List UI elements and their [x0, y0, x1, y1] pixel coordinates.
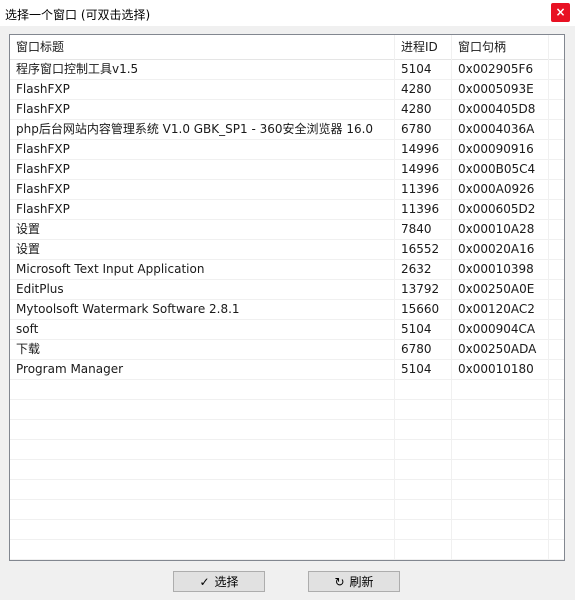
table-row[interactable]: soft 5104 0x000904CA: [10, 320, 564, 340]
empty-row: [10, 520, 564, 540]
select-button[interactable]: ✓ 选择: [173, 571, 265, 592]
window-title: 选择一个窗口 (可双击选择): [5, 8, 151, 22]
row-handle: 0x00120AC2: [458, 302, 535, 316]
select-button-label: 选择: [214, 575, 239, 589]
close-button[interactable]: ×: [551, 3, 570, 22]
row-pid: 5104: [401, 362, 432, 376]
table-row[interactable]: Mytoolsoft Watermark Software 2.8.1 15660…: [10, 300, 564, 320]
column-separator: [451, 35, 452, 560]
column-separator: [548, 35, 549, 560]
row-pid: 6780: [401, 342, 432, 356]
table-row[interactable]: Microsoft Text Input Application 2632 0x00…: [10, 260, 564, 280]
row-pid: 15660: [401, 302, 440, 316]
table-row[interactable]: EditPlus 13792 0x00250A0E: [10, 280, 564, 300]
row-pid: 4280: [401, 102, 432, 116]
window-list[interactable]: 窗口标题 进程ID 窗口句柄 程序窗口控制工具v1.5 5104 0x002905F…: [9, 34, 565, 561]
row-handle: 0x000B05C4: [458, 162, 536, 176]
empty-row: [10, 420, 564, 440]
row-title: FlashFXP: [16, 82, 70, 96]
row-pid: 6780: [401, 122, 432, 136]
row-title: 程序窗口控制工具v1.5: [16, 62, 139, 76]
row-handle: 0x00020A16: [458, 242, 535, 256]
column-header-handle[interactable]: 窗口句柄: [452, 35, 549, 59]
row-pid: 14996: [401, 142, 440, 156]
table-row[interactable]: php后台网站内容管理系统 V1.0 GBK_SP1 - 360安全浏览器 16…: [10, 120, 564, 140]
row-title: EditPlus: [16, 282, 64, 296]
table-row[interactable]: 设置 16552 0x00020A16: [10, 240, 564, 260]
row-title: Microsoft Text Input Application: [16, 262, 205, 276]
table-row[interactable]: FlashFXP 14996 0x00090916: [10, 140, 564, 160]
row-pid: 7840: [401, 222, 432, 236]
row-pid: 11396: [401, 202, 440, 216]
row-handle: 0x00010A28: [458, 222, 535, 236]
row-handle: 0x000405D8: [458, 102, 536, 116]
row-handle: 0x002905F6: [458, 62, 534, 76]
table-row[interactable]: FlashFXP 14996 0x000B05C4: [10, 160, 564, 180]
row-title: FlashFXP: [16, 182, 70, 196]
row-pid: 5104: [401, 322, 432, 336]
empty-row: [10, 540, 564, 560]
column-header-title[interactable]: 窗口标题: [10, 35, 395, 59]
row-handle: 0x00010180: [458, 362, 534, 376]
table-row[interactable]: Program Manager 5104 0x00010180: [10, 360, 564, 380]
row-title: FlashFXP: [16, 202, 70, 216]
row-pid: 4280: [401, 82, 432, 96]
empty-row: [10, 380, 564, 400]
row-pid: 2632: [401, 262, 432, 276]
column-separator: [394, 35, 395, 560]
row-handle: 0x0004036A: [458, 122, 535, 136]
empty-row: [10, 480, 564, 500]
row-title: FlashFXP: [16, 162, 70, 176]
refresh-button[interactable]: ↻ 刷新: [308, 571, 400, 592]
row-handle: 0x00250A0E: [458, 282, 535, 296]
row-pid: 13792: [401, 282, 440, 296]
close-icon: ×: [555, 5, 566, 19]
row-handle: 0x0005093E: [458, 82, 534, 96]
row-pid: 16552: [401, 242, 440, 256]
column-header-filler: [549, 35, 564, 59]
row-title: soft: [16, 322, 39, 336]
table-row[interactable]: FlashFXP 11396 0x000A0926: [10, 180, 564, 200]
row-title: FlashFXP: [16, 142, 70, 156]
refresh-button-label: 刷新: [349, 575, 374, 589]
title-bar: 选择一个窗口 (可双击选择) ×: [0, 0, 575, 26]
empty-row: [10, 500, 564, 520]
row-title: php后台网站内容管理系统 V1.0 GBK_SP1 - 360安全浏览器 16…: [16, 122, 374, 136]
refresh-icon: ↻: [334, 574, 345, 589]
empty-row: [10, 460, 564, 480]
row-handle: 0x000A0926: [458, 182, 535, 196]
table-row[interactable]: 设置 7840 0x00010A28: [10, 220, 564, 240]
row-handle: 0x000904CA: [458, 322, 536, 336]
row-pid: 5104: [401, 62, 432, 76]
row-title: 设置: [16, 242, 41, 256]
table-row[interactable]: FlashFXP 4280 0x000405D8: [10, 100, 564, 120]
row-title: 下载: [16, 342, 41, 356]
list-header: 窗口标题 进程ID 窗口句柄: [10, 35, 564, 60]
row-title: FlashFXP: [16, 102, 70, 116]
row-handle: 0x00250ADA: [458, 342, 537, 356]
column-header-pid[interactable]: 进程ID: [395, 35, 452, 59]
row-title: Mytoolsoft Watermark Software 2.8.1: [16, 302, 240, 316]
empty-row: [10, 440, 564, 460]
row-title: 设置: [16, 222, 41, 236]
table-row[interactable]: FlashFXP 4280 0x0005093E: [10, 80, 564, 100]
table-row[interactable]: 程序窗口控制工具v1.5 5104 0x002905F6: [10, 60, 564, 80]
row-pid: 11396: [401, 182, 440, 196]
empty-row: [10, 400, 564, 420]
row-pid: 14996: [401, 162, 440, 176]
check-icon: ✓: [199, 574, 210, 589]
row-handle: 0x000605D2: [458, 202, 536, 216]
row-title: Program Manager: [16, 362, 124, 376]
table-row[interactable]: 下载 6780 0x00250ADA: [10, 340, 564, 360]
row-handle: 0x00010398: [458, 262, 534, 276]
table-row[interactable]: FlashFXP 11396 0x000605D2: [10, 200, 564, 220]
row-handle: 0x00090916: [458, 142, 534, 156]
